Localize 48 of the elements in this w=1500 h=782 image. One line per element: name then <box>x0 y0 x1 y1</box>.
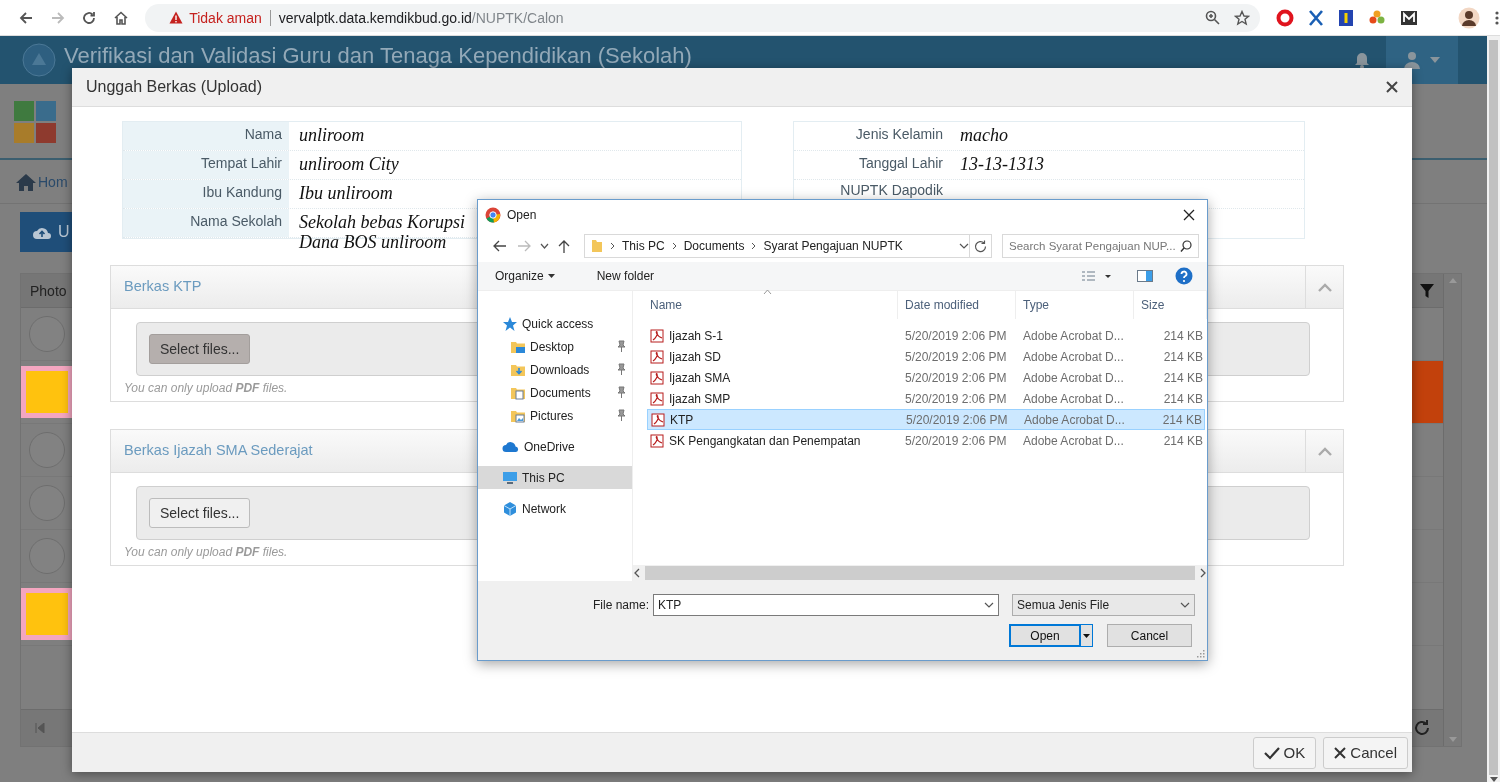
search-placeholder: Search Syarat Pengajuan NUP... <box>1009 240 1177 252</box>
dialog-title: Open <box>507 208 537 222</box>
file-date: 5/20/2019 2:06 PM <box>904 328 1008 343</box>
file-type: Adobe Acrobat D... <box>1022 328 1125 343</box>
file-size: 214 KB <box>1161 412 1203 427</box>
url-path: /NUPTK/Calon <box>471 9 564 26</box>
upload-hint: You can only upload PDF files. <box>124 545 288 559</box>
field-label: Nama <box>123 122 289 150</box>
file-name-value: KTP <box>658 598 682 612</box>
file-date: 5/20/2019 2:06 PM <box>904 349 1008 364</box>
field-value: unliroom City <box>299 154 400 174</box>
file-size: 214 KB <box>1162 391 1204 406</box>
file-date: 5/20/2019 2:06 PM <box>905 412 1009 427</box>
file-size: 214 KB <box>1162 370 1204 385</box>
security-label: Tidak aman <box>189 9 262 26</box>
file-type: Adobe Acrobat D... <box>1023 412 1126 427</box>
file-name-label: File name: <box>593 598 650 612</box>
file-size: 214 KB <box>1162 349 1204 364</box>
panel-title: Berkas Ijazah SMA Sederajat <box>124 442 313 460</box>
field-label: Nama Sekolah <box>123 209 289 237</box>
field-label: Ibu Kandung <box>123 180 289 208</box>
field-value: Sekolah bebas Korupsi Dana BOS unliroom <box>299 212 466 252</box>
field-label: Tempat Lahir <box>123 151 289 179</box>
field-value: unliroom <box>299 125 366 145</box>
url-host: vervalptk.data.kemdikbud.go.id <box>278 9 472 26</box>
upload-hint: You can only upload PDF files. <box>124 381 288 395</box>
file-size: 214 KB <box>1162 328 1204 343</box>
file-type: Adobe Acrobat D... <box>1022 349 1125 364</box>
file-name: Ijazah SD <box>669 349 722 364</box>
file-type: Adobe Acrobat D... <box>1022 433 1125 448</box>
file-date: 5/20/2019 2:06 PM <box>904 391 1008 406</box>
app-title: Verifikasi dan Validasi Guru dan Tenaga Kependidikan (Sekolah) <box>64 43 692 69</box>
modal-title: Unggah Berkas (Upload) <box>86 78 263 96</box>
field-value: macho <box>960 125 1009 145</box>
file-type: Adobe Acrobat D... <box>1022 370 1125 385</box>
field-value: 13-13-1313 <box>960 154 1045 174</box>
file-name: KTP <box>670 412 694 427</box>
file-type-value: Semua Jenis File <box>1017 598 1110 612</box>
file-name: Ijazah S-1 <box>669 328 724 343</box>
file-date: 5/20/2019 2:06 PM <box>904 433 1008 448</box>
file-size: 214 KB <box>1162 433 1204 448</box>
file-type: Adobe Acrobat D... <box>1022 391 1125 406</box>
file-name: Ijazah SMA <box>669 370 731 385</box>
panel-title: Berkas KTP <box>124 278 202 296</box>
file-name: Ijazah SMP <box>669 391 731 406</box>
file-name: SK Pengangkatan dan Penempatan <box>669 433 861 448</box>
file-date: 5/20/2019 2:06 PM <box>904 370 1008 385</box>
field-value: Ibu unliroom <box>299 183 394 203</box>
